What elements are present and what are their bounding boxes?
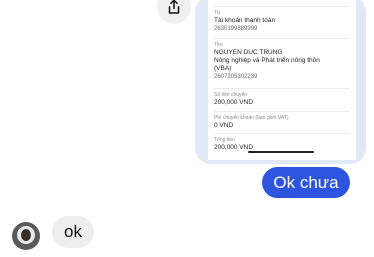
- incoming-message-bubble[interactable]: ok: [52, 216, 94, 248]
- amount-section: Số tiền chuyển 200,000 VND: [214, 88, 350, 107]
- fee-value: 0 VND: [214, 122, 234, 129]
- fee-label: Phí chuyển khoản (bao gồm VAT): [214, 115, 289, 121]
- home-indicator: [248, 151, 314, 153]
- recipient-account: 2607205302239: [214, 74, 258, 80]
- fee-section: Phí chuyển khoản (bao gồm VAT) 0 VND: [214, 111, 350, 130]
- outgoing-message-bubble[interactable]: Ok chưa: [262, 167, 350, 198]
- amount-label: Số tiền chuyển: [214, 92, 248, 98]
- recipient-bank-line1: Nông nghiệp và Phát triển nông thôn: [214, 57, 320, 64]
- recipient-label: Tên: [214, 42, 223, 48]
- share-icon: [168, 0, 180, 14]
- avatar-face: [21, 229, 31, 241]
- share-button[interactable]: [157, 0, 191, 24]
- source-section: Từ Tài khoản thanh toán 2630199889999: [214, 6, 350, 33]
- source-label: Từ: [214, 10, 221, 16]
- amount-value: 200,000 VND: [214, 99, 254, 106]
- source-account-number: 2630199889999: [214, 26, 258, 32]
- total-section: Tổng tiền 200,000 VND: [214, 133, 350, 152]
- recipient-section: Tên NGUYEN DUC TRUNG Nông nghiệp và Phát…: [214, 38, 350, 81]
- transfer-receipt: Từ Tài khoản thanh toán 2630199889999 Tê…: [208, 0, 356, 160]
- recipient-bank-line2: (VBA): [214, 65, 232, 72]
- source-account-type: Tài khoản thanh toán: [214, 17, 276, 24]
- avatar[interactable]: [12, 222, 40, 250]
- recipient-name: NGUYEN DUC TRUNG: [214, 49, 283, 56]
- total-label: Tổng tiền: [214, 137, 235, 143]
- image-message[interactable]: Từ Tài khoản thanh toán 2630199889999 Tê…: [195, 0, 366, 164]
